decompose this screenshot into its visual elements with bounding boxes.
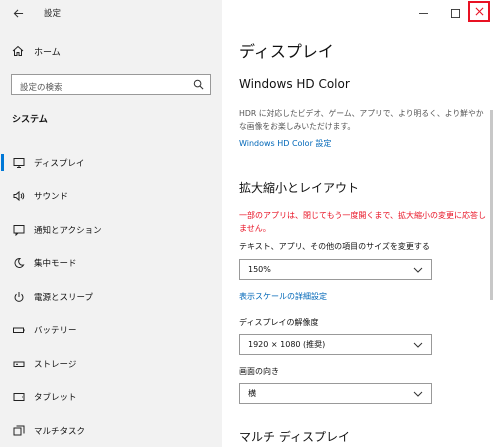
section-title: システム <box>12 115 48 125</box>
sidebar-item-tablet[interactable]: タブレット <box>0 381 222 415</box>
sidebar-item-label: サウンド <box>34 192 69 203</box>
hd-color-heading: Windows HD Color <box>239 77 350 91</box>
sidebar-item-power[interactable]: 電源とスリープ <box>0 280 222 314</box>
resolution-dropdown-value: 1920 × 1080 (推奨) <box>248 340 326 349</box>
sidebar-item-display[interactable]: ディスプレイ <box>0 146 222 180</box>
chevron-down-icon <box>413 391 423 397</box>
moon-icon <box>12 257 25 270</box>
speaker-icon <box>12 190 25 203</box>
home-label: ホーム <box>34 47 61 58</box>
sidebar-item-label: 集中モード <box>34 259 77 270</box>
sidebar-item-label: マルチタスク <box>34 426 86 437</box>
resolution-dropdown[interactable]: 1920 × 1080 (推奨) <box>239 334 432 355</box>
sidebar-item-multitask[interactable]: マルチタスク <box>0 414 222 447</box>
battery-icon <box>12 324 25 337</box>
advanced-scaling-link[interactable]: 表示スケールの詳細設定 <box>239 291 327 302</box>
chevron-down-icon <box>413 267 423 273</box>
home-nav-item[interactable]: ホーム <box>12 42 61 60</box>
back-arrow-icon[interactable] <box>8 3 28 23</box>
maximize-icon <box>450 8 460 18</box>
tablet-icon <box>12 391 25 404</box>
minimize-button[interactable] <box>412 0 434 26</box>
multitask-icon <box>12 424 25 437</box>
notification-icon <box>12 223 25 236</box>
size-label: テキスト、アプリ、その他の項目のサイズを変更する <box>239 242 430 251</box>
sidebar-item-storage[interactable]: ストレージ <box>0 347 222 381</box>
home-icon <box>12 45 24 56</box>
page-title: ディスプレイ <box>239 42 334 61</box>
close-icon <box>475 7 483 16</box>
scale-layout-heading: 拡大縮小とレイアウト <box>239 181 360 195</box>
sidebar-item-focus[interactable]: 集中モード <box>0 247 222 281</box>
search-input[interactable] <box>12 78 182 98</box>
sidebar-item-notifications[interactable]: 通知とアクション <box>0 213 222 247</box>
app-title: 設定 <box>44 9 62 19</box>
multi-display-heading: マルチ ディスプレイ <box>239 430 350 444</box>
resolution-label: ディスプレイの解像度 <box>239 318 319 327</box>
main-content: ディスプレイ Windows HD Color HDR に対応したビデオ、ゲーム… <box>222 0 500 447</box>
hd-color-description: HDR に対応したビデオ、ゲーム、アプリで、より明るく、より鮮やかな画像をお楽し… <box>239 109 484 131</box>
scale-dropdown-value: 150% <box>248 265 271 274</box>
sidebar-item-label: ディスプレイ <box>34 158 85 169</box>
chevron-down-icon <box>413 342 423 348</box>
sidebar-item-sound[interactable]: サウンド <box>0 180 222 214</box>
maximize-button[interactable] <box>444 0 466 26</box>
minimize-icon <box>418 12 428 14</box>
search-box[interactable] <box>11 74 211 98</box>
close-button[interactable] <box>468 1 490 22</box>
sidebar-item-label: バッテリー <box>34 326 77 337</box>
scrollbar[interactable] <box>490 110 493 300</box>
hd-color-settings-link[interactable]: Windows HD Color 設定 <box>239 138 331 149</box>
orientation-dropdown-value: 横 <box>248 389 256 398</box>
scale-dropdown[interactable]: 150% <box>239 259 432 280</box>
sidebar-item-label: 通知とアクション <box>34 225 102 236</box>
sidebar: 設定 ホーム システム ディスプレイ サウンド 通知とアクション 集中モード 電… <box>0 0 222 447</box>
orientation-label: 画面の向き <box>239 367 279 376</box>
scale-warning-text: 一部のアプリは、閉じてもう一度開くまで、拡大縮小の変更に応答しません。 <box>239 211 487 233</box>
storage-icon <box>12 357 25 370</box>
sidebar-item-battery[interactable]: バッテリー <box>0 314 222 348</box>
sidebar-item-label: タブレット <box>34 393 77 404</box>
search-icon[interactable] <box>193 79 204 90</box>
sidebar-nav: ディスプレイ サウンド 通知とアクション 集中モード 電源とスリープ バッテリー… <box>0 146 222 447</box>
monitor-icon <box>12 156 25 169</box>
sidebar-item-label: ストレージ <box>34 359 77 370</box>
power-icon <box>12 290 25 303</box>
orientation-dropdown[interactable]: 横 <box>239 383 432 404</box>
sidebar-item-label: 電源とスリープ <box>34 292 93 303</box>
